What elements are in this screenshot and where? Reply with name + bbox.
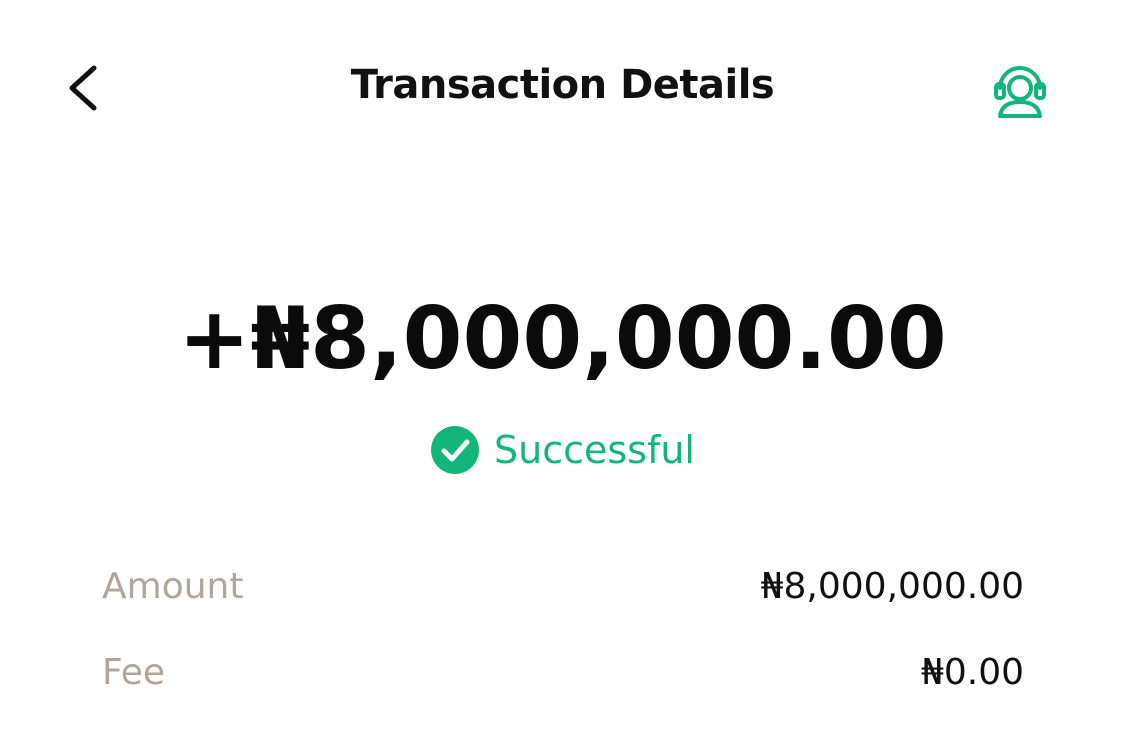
fee-value: ₦0.00 [920, 652, 1024, 693]
status-badge: Successful [0, 425, 1125, 475]
detail-row-amount: Amount ₦8,000,000.00 [102, 566, 1024, 607]
customer-support-icon [988, 66, 1052, 126]
amount-value: ₦8,000,000.00 [760, 566, 1024, 607]
transaction-amount: +₦8,000,000.00 [178, 289, 947, 389]
transaction-details-screen: Transaction Details +₦8,000,000.00 Succe… [0, 0, 1125, 748]
detail-row-fee: Fee ₦0.00 [102, 652, 1024, 693]
check-circle-icon [430, 425, 480, 475]
fee-label: Fee [102, 652, 166, 693]
amount-label: Amount [102, 566, 244, 607]
page-title: Transaction Details [350, 62, 775, 108]
status-text: Successful [494, 428, 695, 472]
customer-support-button[interactable] [988, 58, 1052, 122]
